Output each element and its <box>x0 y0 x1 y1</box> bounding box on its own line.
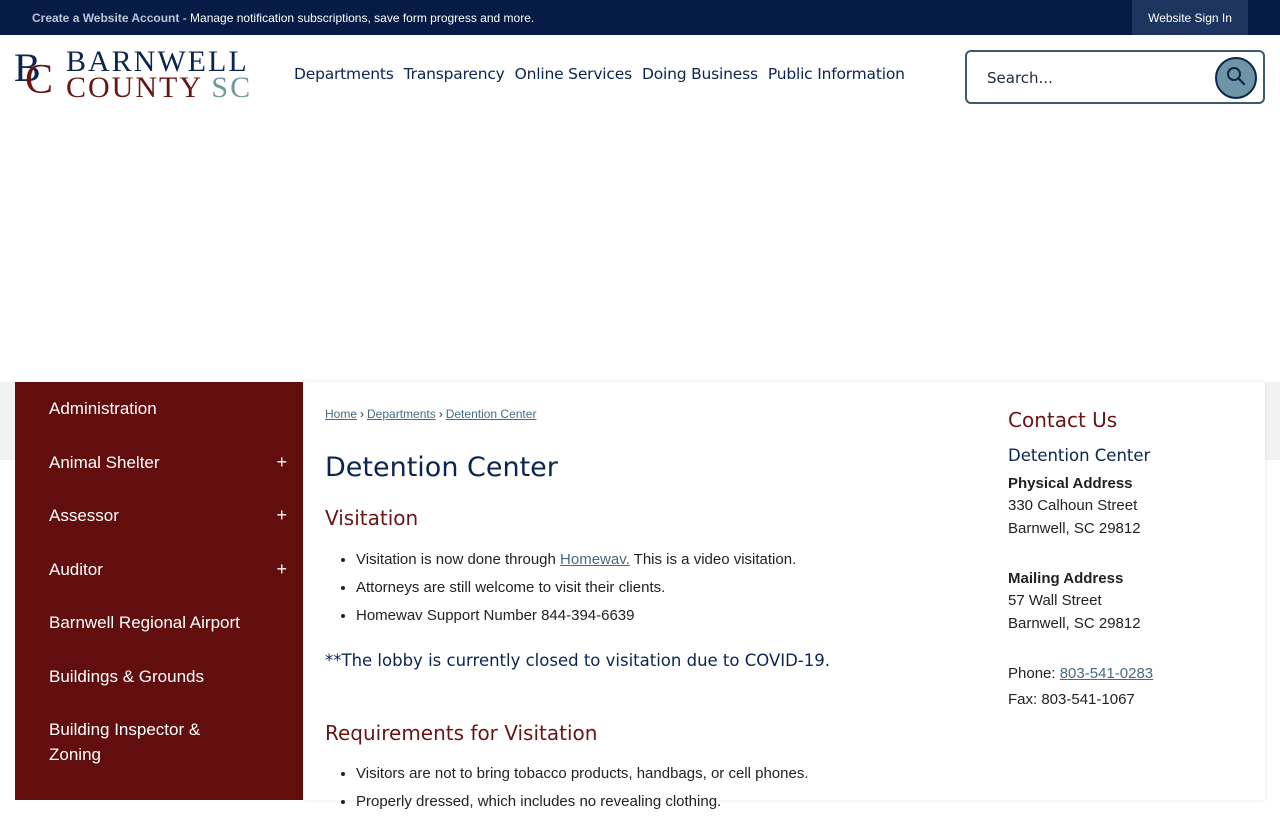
nav-public-information[interactable]: Public Information <box>768 65 905 83</box>
account-message-text: - Manage notification subscriptions, sav… <box>179 11 535 25</box>
homewav-link[interactable]: Homewav. <box>560 551 630 568</box>
top-notification-bar: Create a Website Account - Manage notifi… <box>0 0 1280 35</box>
search-icon <box>1226 66 1246 91</box>
main-nav: Departments Transparency Online Services… <box>294 65 915 83</box>
nav-doing-business[interactable]: Doing Business <box>642 65 758 83</box>
page-title: Detention Center <box>325 452 558 483</box>
sidebar-item-label: Buildings & Grounds <box>49 667 204 686</box>
expand-plus-icon[interactable]: + <box>276 452 287 473</box>
contact-department: Detention Center <box>1008 446 1151 465</box>
search-box[interactable]: Search... <box>965 50 1265 104</box>
mailing-address-line-1: 57 Wall Street <box>1008 592 1102 609</box>
create-account-link[interactable]: Create a Website Account <box>32 11 179 25</box>
list-item-text: This is a video visitation. <box>629 551 797 568</box>
sign-in-button[interactable]: Website Sign In <box>1132 0 1248 35</box>
logo-monogram-c: C <box>25 57 54 103</box>
sidebar-item-label: Administration <box>49 399 157 418</box>
breadcrumb-detention-center[interactable]: Detention Center <box>446 407 537 421</box>
sidebar-item-label: Assessor <box>49 506 119 525</box>
sidebar-item-label: Auditor <box>49 560 103 579</box>
sidebar-item-label: Building Inspector & Zoning <box>49 720 201 764</box>
breadcrumb: Home › Departments › Detention Center <box>325 407 536 421</box>
search-button[interactable] <box>1215 57 1257 99</box>
list-item-text: Attorneys are still welcome to visit the… <box>356 579 666 596</box>
visitation-list: Visitation is now done through Homewav. … <box>356 546 796 630</box>
sidebar-item-label: Barnwell Regional Airport <box>49 613 240 632</box>
list-item-text: Visitation is now done through <box>356 551 561 568</box>
lobby-closed-notice: **The lobby is currently closed to visit… <box>325 651 831 670</box>
logo-line-2: COUNTY SC <box>66 73 252 103</box>
contact-title: Contact Us <box>1008 408 1118 432</box>
physical-address-line-2: Barnwell, SC 29812 <box>1008 520 1141 537</box>
visitation-heading: Visitation <box>325 506 419 530</box>
physical-address-label: Physical Address <box>1008 475 1133 492</box>
logo-sc: SC <box>211 71 253 104</box>
physical-address-line-1: 330 Calhoun Street <box>1008 497 1138 514</box>
list-item: Homewav Support Number 844-394-6639 <box>356 602 796 630</box>
phone-label: Phone: <box>1008 665 1060 682</box>
breadcrumb-separator: › <box>438 407 443 421</box>
logo-county: COUNTY <box>66 71 202 104</box>
expand-plus-icon[interactable]: + <box>276 505 287 526</box>
list-item-text: Homewav Support Number 844-394-6639 <box>356 607 635 624</box>
sidebar-item-barnwell-regional-airport[interactable]: Barnwell Regional Airport <box>15 610 303 650</box>
site-header: B C BARNWELL COUNTY SC Departments Trans… <box>0 35 1280 117</box>
sidebar-item-buildings-grounds[interactable]: Buildings & Grounds <box>15 664 303 704</box>
list-item: Attorneys are still welcome to visit the… <box>356 574 796 602</box>
sidebar-item-assessor[interactable]: Assessor + <box>15 503 303 543</box>
nav-online-services[interactable]: Online Services <box>515 65 632 83</box>
mailing-address-label: Mailing Address <box>1008 570 1124 587</box>
phone-link[interactable]: 803-541-0283 <box>1060 665 1153 682</box>
fax-line: Fax: 803-541-1067 <box>1008 691 1135 708</box>
nav-departments[interactable]: Departments <box>294 65 394 83</box>
breadcrumb-separator: › <box>360 407 365 421</box>
sidebar-item-auditor[interactable]: Auditor + <box>15 557 303 597</box>
phone-line: Phone: 803-541-0283 <box>1008 665 1153 682</box>
mailing-address-line-2: Barnwell, SC 29812 <box>1008 615 1141 632</box>
main-content: Home › Departments › Detention Center Detent… <box>303 382 1265 810</box>
sidebar-item-administration[interactable]: Administration <box>15 396 303 436</box>
nav-transparency[interactable]: Transparency <box>404 65 505 83</box>
requirements-list: Visitors are not to bring tobacco produc… <box>356 760 809 816</box>
list-item: Visitors are not to bring tobacco produc… <box>356 760 809 788</box>
sidebar-item-animal-shelter[interactable]: Animal Shelter + <box>15 450 303 490</box>
banner-area <box>0 117 1280 382</box>
sidebar-item-label: Animal Shelter <box>49 453 160 472</box>
requirements-heading: Requirements for Visitation <box>325 721 598 745</box>
expand-plus-icon[interactable]: + <box>276 559 287 580</box>
sidebar-item-building-inspector-zoning[interactable]: Building Inspector & Zoning <box>15 717 303 777</box>
breadcrumb-home[interactable]: Home <box>325 407 357 421</box>
account-message: Create a Website Account - Manage notifi… <box>32 11 534 25</box>
breadcrumb-departments[interactable]: Departments <box>367 407 436 421</box>
department-sidebar: Administration Animal Shelter + Assessor… <box>15 382 303 800</box>
list-item: Properly dressed, which includes no reve… <box>356 788 809 816</box>
list-item: Visitation is now done through Homewav. … <box>356 546 796 574</box>
search-input[interactable]: Search... <box>987 69 1053 87</box>
county-logo[interactable]: B C BARNWELL COUNTY SC <box>14 47 266 103</box>
